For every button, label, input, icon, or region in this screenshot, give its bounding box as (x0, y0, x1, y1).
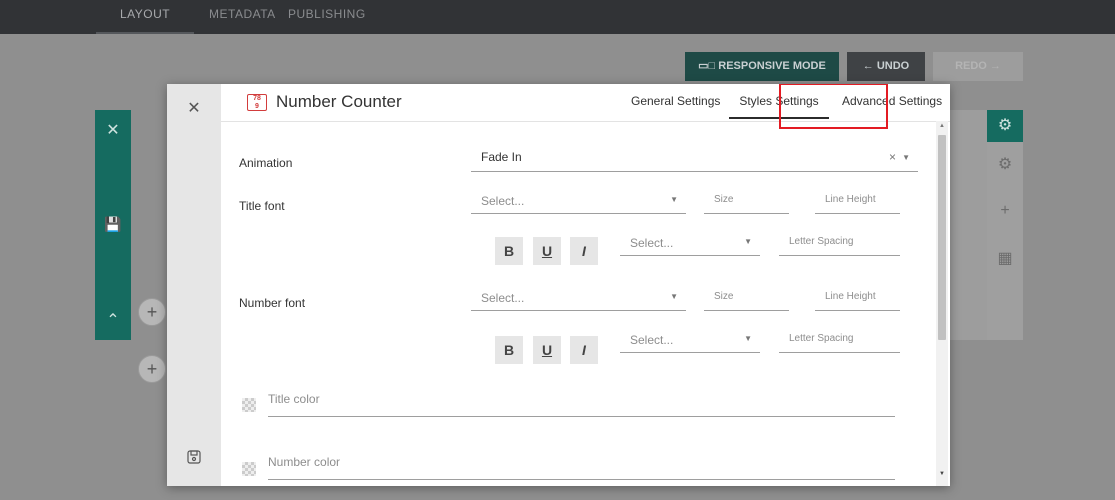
number-weight-placeholder: Select... (630, 333, 674, 347)
title-underline-button[interactable]: U (533, 237, 561, 265)
counter-icon: 78 9 (247, 94, 267, 111)
number-font-label: Number font (239, 296, 306, 310)
scrollbar-thumb[interactable] (938, 135, 946, 340)
number-font-select[interactable]: Select... ▼ (471, 289, 686, 311)
clear-icon[interactable]: × (889, 150, 896, 164)
number-color-placeholder: Number color (268, 455, 341, 469)
modal-title: Number Counter (276, 92, 402, 111)
title-bold-button[interactable]: B (495, 237, 523, 265)
number-line-height-input[interactable]: Line Height (815, 289, 900, 311)
add-element-button[interactable]: + (138, 298, 166, 326)
grid-icon[interactable]: ▦ (987, 248, 1023, 268)
save-icon[interactable] (167, 450, 221, 469)
title-line-height-input[interactable]: Line Height (815, 192, 900, 214)
right-tool-rail: ⚙ ⚙ + ▦ (987, 110, 1023, 340)
title-color-swatch[interactable] (242, 398, 256, 412)
title-font-select[interactable]: Select... ▼ (471, 192, 686, 214)
gear-icon[interactable]: ⚙ (987, 110, 1023, 142)
close-icon[interactable]: ✕ (167, 98, 221, 118)
number-letter-spacing-placeholder: Letter Spacing (789, 333, 854, 344)
number-font-placeholder: Select... (481, 291, 525, 305)
number-counter-modal: ✕ 78 9 Number Counter General Settings St… (167, 84, 950, 486)
number-color-swatch[interactable] (242, 462, 256, 476)
animation-label: Animation (239, 156, 293, 170)
settings-icon[interactable]: ⚙ (987, 154, 1023, 174)
section-toolbar: ✕ 💾 ⌃ (95, 110, 131, 340)
responsive-mode-label: RESPONSIVE MODE (718, 60, 826, 72)
chevron-down-icon: ▼ (902, 153, 910, 162)
top-navigation-bar: LAYOUT METADATA PUBLISHING (0, 0, 1115, 34)
chevron-up-icon[interactable]: ⌃ (95, 310, 131, 330)
save-icon[interactable]: 💾 (95, 216, 131, 233)
chevron-down-icon: ▼ (670, 195, 678, 204)
title-font-placeholder: Select... (481, 194, 525, 208)
number-bold-button[interactable]: B (495, 336, 523, 364)
number-color-input[interactable]: Number color (268, 450, 895, 480)
undo-label: UNDO (876, 60, 910, 72)
title-italic-button[interactable]: I (570, 237, 598, 265)
arrow-right-icon: → (986, 60, 1001, 72)
tab-layout[interactable]: LAYOUT (96, 0, 194, 34)
scroll-down-icon[interactable]: ▼ (936, 471, 948, 477)
modal-scrollbar[interactable]: ▲ ▼ (936, 121, 948, 486)
number-line-height-placeholder: Line Height (825, 291, 876, 302)
plus-icon[interactable]: + (987, 202, 1023, 220)
redo-label: REDO (955, 60, 987, 72)
close-icon[interactable]: ✕ (95, 120, 131, 140)
chevron-down-icon: ▼ (744, 334, 752, 343)
modal-header: 78 9 Number Counter General Settings Styl… (221, 84, 950, 129)
title-font-label: Title font (239, 199, 285, 213)
number-size-placeholder: Size (714, 291, 734, 302)
number-italic-button[interactable]: I (570, 336, 598, 364)
redo-button[interactable]: REDO → (933, 52, 1023, 81)
tab-publishing[interactable]: PUBLISHING (288, 0, 366, 34)
title-letter-spacing-input[interactable]: Letter Spacing (779, 234, 900, 256)
title-letter-spacing-placeholder: Letter Spacing (789, 236, 854, 247)
highlight-box (779, 84, 888, 129)
animation-select[interactable]: Fade In × ▼ (471, 146, 918, 172)
number-weight-select[interactable]: Select... ▼ (620, 331, 760, 353)
title-color-placeholder: Title color (268, 392, 320, 406)
title-size-placeholder: Size (714, 194, 734, 205)
animation-value: Fade In (481, 150, 522, 164)
tab-metadata[interactable]: METADATA (209, 0, 276, 34)
tab-general-settings[interactable]: General Settings (631, 94, 720, 108)
canvas-right-area (950, 110, 987, 340)
undo-button[interactable]: ← UNDO (847, 52, 925, 81)
title-color-input[interactable]: Title color (268, 387, 895, 417)
add-section-button[interactable]: + (138, 355, 166, 383)
scroll-up-icon[interactable]: ▲ (936, 123, 948, 129)
chevron-down-icon: ▼ (670, 292, 678, 301)
responsive-mode-button[interactable]: ▭□ RESPONSIVE MODE (685, 52, 839, 81)
title-line-height-placeholder: Line Height (825, 194, 876, 205)
chevron-down-icon: ▼ (744, 237, 752, 246)
title-size-input[interactable]: Size (704, 192, 789, 214)
modal-sidebar: ✕ (167, 84, 221, 486)
number-letter-spacing-input[interactable]: Letter Spacing (779, 331, 900, 353)
title-weight-placeholder: Select... (630, 236, 674, 250)
title-weight-select[interactable]: Select... ▼ (620, 234, 760, 256)
number-size-input[interactable]: Size (704, 289, 789, 311)
arrow-left-icon: ← (862, 60, 877, 72)
number-underline-button[interactable]: U (533, 336, 561, 364)
monitor-icon: ▭□ (698, 60, 719, 72)
